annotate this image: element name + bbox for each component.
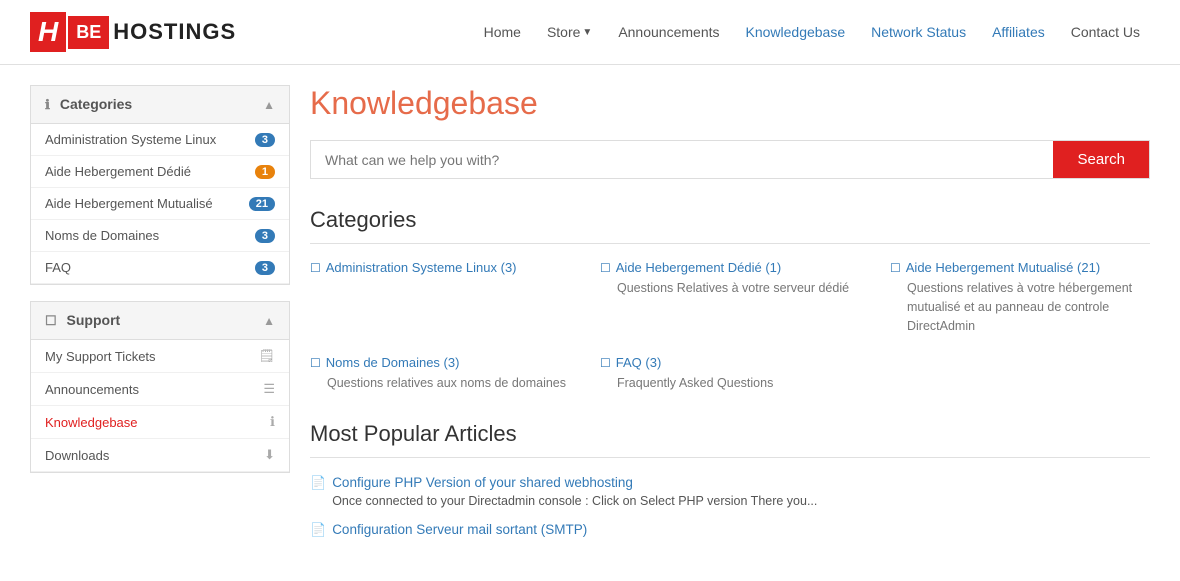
search-bar: Search: [310, 140, 1150, 179]
info-icon: ℹ: [45, 97, 50, 112]
sidebar-item-badge: 21: [249, 197, 275, 211]
category-faq-link[interactable]: ☐ FAQ (3): [600, 355, 860, 370]
nav-contact-us[interactable]: Contact Us: [1061, 18, 1150, 46]
ticket-icon: 🗒: [258, 348, 275, 364]
sidebar: ℹ Categories ▲ Administration Systeme Li…: [30, 85, 290, 548]
chevron-up-icon-support: ▲: [263, 314, 275, 328]
sidebar-categories-list: Administration Systeme Linux 3 Aide Hebe…: [31, 124, 289, 284]
category-icon: ☐: [600, 356, 611, 370]
nav-store[interactable]: Store ▼: [537, 18, 602, 46]
sidebar-support-header: ☐ Support ▲: [31, 302, 289, 340]
sidebar-item-domaines[interactable]: Noms de Domaines 3: [31, 220, 289, 252]
search-button[interactable]: Search: [1053, 141, 1149, 178]
article-content: Configuration Serveur mail sortant (SMTP…: [332, 521, 587, 537]
main-nav: Home Store ▼ Announcements Knowledgebase…: [474, 18, 1150, 46]
popular-section-title: Most Popular Articles: [310, 421, 1150, 458]
article-icon: 📄: [310, 522, 326, 538]
announcements-label: Announcements: [45, 382, 139, 397]
main-content: Knowledgebase Search Categories ☐ Admini…: [310, 85, 1150, 548]
sidebar-item-label: FAQ: [45, 260, 71, 275]
nav-affiliates[interactable]: Affiliates: [982, 18, 1055, 46]
sidebar-item-label: Aide Hebergement Mutualisé: [45, 196, 213, 211]
category-icon: ☐: [310, 261, 321, 275]
category-domaines-link[interactable]: ☐ Noms de Domaines (3): [310, 355, 570, 370]
sidebar-categories-header: ℹ Categories ▲: [31, 86, 289, 124]
sidebar-item-badge: 3: [255, 133, 275, 147]
nav-network-status[interactable]: Network Status: [861, 18, 976, 46]
category-link-text: Noms de Domaines (3): [326, 355, 460, 370]
sidebar-categories-title: Categories: [60, 96, 132, 112]
category-desc: Questions Relatives à votre serveur dédi…: [600, 279, 860, 298]
nav-home[interactable]: Home: [474, 18, 531, 46]
category-aide-mutualise: ☐ Aide Hebergement Mutualisé (21) Questi…: [890, 260, 1150, 335]
category-desc: Fraquently Asked Questions: [600, 374, 860, 393]
article-item-php: 📄 Configure PHP Version of your shared w…: [310, 474, 1150, 511]
logo-text: HOSTINGS: [113, 19, 236, 45]
support-tickets-label: My Support Tickets: [45, 349, 156, 364]
sidebar-item-badge: 1: [255, 165, 275, 179]
category-aide-dedie-link[interactable]: ☐ Aide Hebergement Dédié (1): [600, 260, 860, 275]
category-link-text: Aide Hebergement Mutualisé (21): [906, 260, 1100, 275]
article-link[interactable]: Configuration Serveur mail sortant (SMTP…: [332, 522, 587, 537]
sidebar-support-panel: ☐ Support ▲ My Support Tickets 🗒 Announc…: [30, 301, 290, 473]
category-desc: Questions relatives à votre hébergement …: [890, 279, 1150, 335]
search-input[interactable]: [311, 141, 1053, 178]
download-icon: ⬇: [264, 447, 275, 463]
sidebar-support-tickets[interactable]: My Support Tickets 🗒: [31, 340, 289, 373]
category-icon: ☐: [890, 261, 901, 275]
list-icon: ☰: [263, 381, 275, 397]
categories-section-title: Categories: [310, 207, 1150, 244]
popular-section: Most Popular Articles 📄 Configure PHP Ve…: [310, 421, 1150, 538]
page-title: Knowledgebase: [310, 85, 1150, 122]
knowledgebase-label: Knowledgebase: [45, 415, 138, 430]
sidebar-item-faq[interactable]: FAQ 3: [31, 252, 289, 284]
logo-be: BE: [68, 16, 109, 49]
info-circle-icon: ℹ: [270, 414, 275, 430]
header: H BE HOSTINGS Home Store ▼ Announcements…: [0, 0, 1180, 65]
sidebar-support-title: Support: [67, 312, 121, 328]
downloads-label: Downloads: [45, 448, 109, 463]
sidebar-item-aide-dedie[interactable]: Aide Hebergement Dédié 1: [31, 156, 289, 188]
sidebar-item-aide-mutualise[interactable]: Aide Hebergement Mutualisé 21: [31, 188, 289, 220]
category-aide-mutualise-link[interactable]: ☐ Aide Hebergement Mutualisé (21): [890, 260, 1150, 275]
article-content: Configure PHP Version of your shared web…: [332, 474, 817, 511]
category-icon: ☐: [310, 356, 321, 370]
category-link-text: Aide Hebergement Dédié (1): [616, 260, 781, 275]
article-desc: Once connected to your Directadmin conso…: [332, 492, 817, 511]
category-domaines: ☐ Noms de Domaines (3) Questions relativ…: [310, 355, 570, 393]
nav-announcements[interactable]: Announcements: [608, 18, 729, 46]
chevron-up-icon: ▲: [263, 98, 275, 112]
nav-knowledgebase[interactable]: Knowledgebase: [736, 18, 856, 46]
sidebar-categories-panel: ℹ Categories ▲ Administration Systeme Li…: [30, 85, 290, 285]
category-admin-linux-link[interactable]: ☐ Administration Systeme Linux (3): [310, 260, 570, 275]
sidebar-item-badge: 3: [255, 261, 275, 275]
sidebar-announcements[interactable]: Announcements ☰: [31, 373, 289, 406]
category-admin-linux: ☐ Administration Systeme Linux (3): [310, 260, 570, 335]
support-icon: ☐: [45, 313, 57, 328]
categories-grid: ☐ Administration Systeme Linux (3) ☐ Aid…: [310, 260, 1150, 393]
sidebar-item-label: Noms de Domaines: [45, 228, 159, 243]
logo[interactable]: H BE HOSTINGS: [30, 12, 236, 52]
article-icon: 📄: [310, 475, 326, 491]
category-link-text: Administration Systeme Linux (3): [326, 260, 517, 275]
sidebar-item-label: Administration Systeme Linux: [45, 132, 216, 147]
sidebar-item-label: Aide Hebergement Dédié: [45, 164, 191, 179]
category-desc: Questions relatives aux noms de domaines: [310, 374, 570, 393]
sidebar-downloads[interactable]: Downloads ⬇: [31, 439, 289, 472]
sidebar-knowledgebase[interactable]: Knowledgebase ℹ: [31, 406, 289, 439]
sidebar-item-admin-linux[interactable]: Administration Systeme Linux 3: [31, 124, 289, 156]
category-aide-dedie: ☐ Aide Hebergement Dédié (1) Questions R…: [600, 260, 860, 335]
sidebar-item-badge: 3: [255, 229, 275, 243]
main-container: ℹ Categories ▲ Administration Systeme Li…: [0, 65, 1180, 568]
article-link[interactable]: Configure PHP Version of your shared web…: [332, 475, 633, 490]
logo-h: H: [30, 12, 66, 52]
category-link-text: FAQ (3): [616, 355, 662, 370]
category-icon: ☐: [600, 261, 611, 275]
category-faq: ☐ FAQ (3) Fraquently Asked Questions: [600, 355, 860, 393]
article-item-smtp: 📄 Configuration Serveur mail sortant (SM…: [310, 521, 1150, 538]
chevron-down-icon: ▼: [582, 27, 592, 38]
